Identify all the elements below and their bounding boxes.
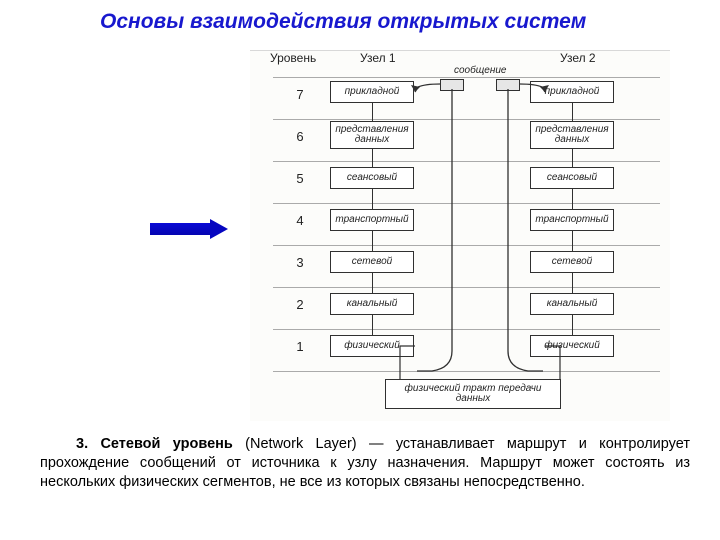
arrow-stem [150,223,210,235]
arrow-head-icon [210,219,228,239]
para-number: 3. [76,436,88,452]
message-wires-icon [250,51,670,421]
osi-diagram: Уровень Узел 1 Узел 2 7 6 5 4 3 2 1 прик… [250,50,670,421]
para-strong: Сетевой уровень [100,436,232,452]
description-paragraph: 3. Сетевой уровень (Network Layer) — уст… [40,435,690,492]
physical-path-box: физический тракт передачи данных [385,379,561,409]
slide-title: Основы взаимодействия открытых систем [100,10,586,34]
